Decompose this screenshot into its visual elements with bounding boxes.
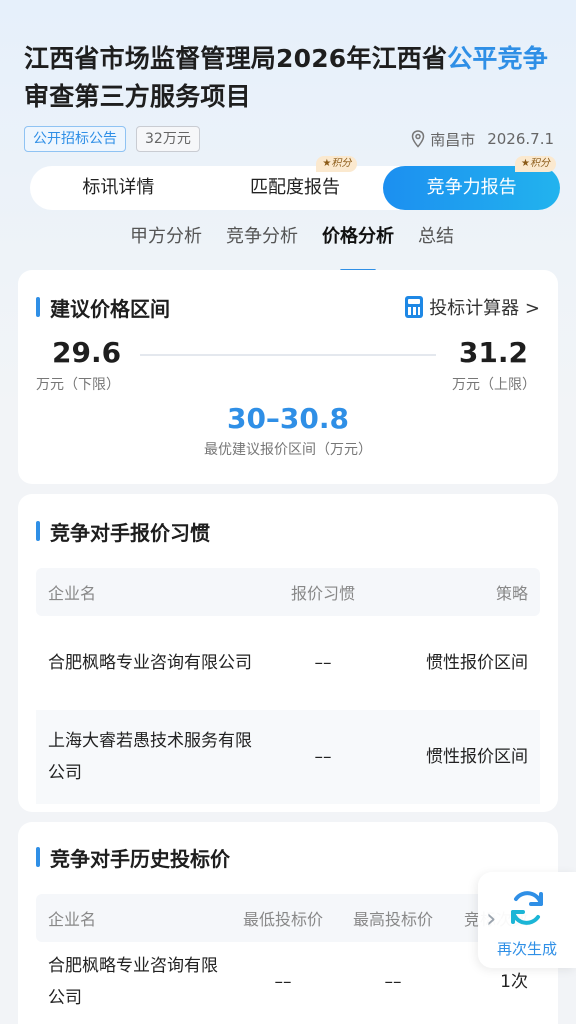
- habit-value: ––: [314, 653, 332, 673]
- lower-limit-label: 万元（下限）: [36, 377, 120, 393]
- location-date: 南昌市 2026.7.1: [410, 129, 554, 150]
- title-highlight: 公平竞争: [447, 44, 548, 73]
- table-row[interactable]: 上海大睿若愚技术服务有限公司 –– 惯性报价区间: [36, 710, 540, 804]
- title-bar: [36, 847, 40, 867]
- company-name: 合肥枫略专业咨询有限公司: [48, 653, 252, 673]
- date-text: 2026.7.1: [487, 130, 554, 148]
- header-habit: 报价习惯: [290, 584, 355, 603]
- habit-value: ––: [314, 747, 332, 767]
- company-name: 上海大睿若愚技术服务有限公司: [48, 731, 252, 783]
- card-title: 竞争对手报价习惯: [36, 516, 540, 546]
- calculator-icon: [405, 296, 424, 318]
- table-header: 企业名 报价习惯 策略: [36, 568, 540, 616]
- points-badge: ★积分: [316, 156, 358, 172]
- location-pin-icon: [411, 130, 425, 148]
- upper-limit-label: 万元（上限）: [452, 377, 536, 393]
- points-badge: ★积分: [515, 156, 557, 172]
- price-range-row: 29.6 31.2 万元（下限） 万元（上限）: [36, 336, 540, 396]
- table-row[interactable]: 合肥枫略专业咨询有限公司 –– –– 1次: [36, 942, 540, 1022]
- calculator-label: 投标计算器 >: [429, 298, 540, 319]
- card-title-text: 建议价格区间: [50, 296, 170, 321]
- suggested-price-card: 建议价格区间 投标计算器 > 29.6 31.2 万元（下限） 万元（上限） 3…: [18, 270, 558, 484]
- subtab-client-analysis[interactable]: 甲方分析: [130, 224, 202, 264]
- upper-limit-value: 31.2: [458, 336, 528, 369]
- title-bar: [36, 297, 40, 317]
- refresh-icon: [511, 891, 543, 925]
- max-bid-value: ––: [384, 972, 402, 992]
- card-title: 建议价格区间 投标计算器 >: [36, 292, 540, 322]
- header-company: 企业名: [48, 584, 97, 603]
- title-part1: 江西省市场监督管理局2026年江西省: [24, 44, 448, 73]
- meta-row: 公开招标公告 32万元 南昌市 2026.7.1: [24, 124, 554, 154]
- project-title: 江西省市场监督管理局2026年江西省公平竞争审查第三方服务项目: [24, 40, 554, 116]
- card-title-text: 竞争对手历史投标价: [50, 846, 230, 871]
- title-part2: 审查第三方服务项目: [24, 82, 251, 111]
- report-tabs: 标讯详情 匹配度报告 ★积分 竞争力报告 ★积分: [30, 156, 561, 210]
- competitor-history-card: 竞争对手历史投标价 企业名 最低投标价 最高投标价 竞标次数 合肥枫略专业咨询有…: [18, 822, 558, 1024]
- subtab-competition-analysis[interactable]: 竞争分析: [226, 224, 298, 264]
- header-company: 企业名: [48, 910, 97, 929]
- competitor-habit-card: 竞争对手报价习惯 企业名 报价习惯 策略 合肥枫略专业咨询有限公司 –– 惯性报…: [18, 494, 558, 812]
- bid-count-value: 1次: [500, 972, 528, 992]
- tab-label: 竞争力报告: [426, 177, 517, 198]
- analysis-subtabs: 甲方分析 竞争分析 价格分析 总结: [0, 224, 576, 272]
- strategy-value: 惯性报价区间: [426, 653, 528, 673]
- card-title-text: 竞争对手报价习惯: [50, 520, 210, 545]
- subtab-price-analysis[interactable]: 价格分析: [322, 224, 394, 272]
- tab-label: 匹配度报告: [250, 177, 340, 198]
- table-row[interactable]: 合肥枫略专业咨询有限公司 –– 惯性报价区间: [36, 616, 540, 710]
- min-bid-value: ––: [274, 972, 292, 992]
- range-line: [140, 354, 436, 356]
- card-title: 竞争对手历史投标价: [36, 842, 540, 872]
- header-max-bid: 最高投标价: [352, 910, 433, 929]
- best-price-range: 30–30.8: [226, 402, 350, 435]
- lower-limit-value: 29.6: [52, 336, 122, 369]
- chevron-right-icon: ›: [486, 904, 497, 934]
- header: 江西省市场监督管理局2026年江西省公平竞争审查第三方服务项目 公开招标公告 3…: [0, 0, 576, 154]
- regenerate-button[interactable]: › 再次生成: [478, 872, 576, 968]
- amount-tag: 32万元: [136, 126, 200, 152]
- subtab-summary[interactable]: 总结: [418, 224, 454, 264]
- best-price-label: 最优建议报价区间（万元）: [204, 442, 372, 458]
- header-min-bid: 最低投标价: [242, 910, 323, 929]
- location-text: 南昌市: [430, 130, 476, 149]
- header-strategy: 策略: [495, 584, 528, 603]
- tab-match-report[interactable]: 匹配度报告 ★积分: [207, 156, 384, 210]
- notice-type-tag: 公开招标公告: [24, 126, 126, 152]
- regenerate-label: 再次生成: [496, 940, 557, 958]
- tab-competitiveness-report[interactable]: 竞争力报告 ★积分: [383, 156, 561, 210]
- table-header: 企业名 最低投标价 最高投标价 竞标次数: [36, 894, 540, 942]
- tab-label: 标讯详情: [82, 177, 155, 198]
- tab-bid-details[interactable]: 标讯详情: [30, 166, 207, 210]
- company-name: 合肥枫略专业咨询有限公司: [48, 956, 218, 1008]
- strategy-value: 惯性报价区间: [426, 747, 528, 767]
- title-bar: [36, 521, 40, 541]
- bid-calculator-link[interactable]: 投标计算器 >: [405, 294, 540, 320]
